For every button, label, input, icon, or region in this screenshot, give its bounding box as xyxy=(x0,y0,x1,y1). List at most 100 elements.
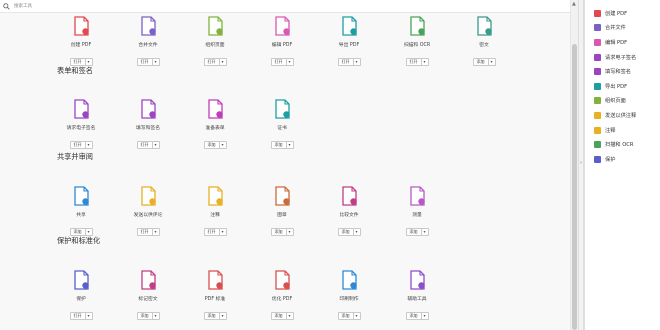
tool-action-button[interactable]: 打开 ▾ xyxy=(270,58,294,66)
tool-action-label[interactable]: 打开 xyxy=(138,59,153,65)
chevron-down-icon[interactable]: ▾ xyxy=(354,59,360,65)
tool-action-button[interactable]: 打开 ▾ xyxy=(337,58,361,66)
tool-action-label[interactable]: 打开 xyxy=(205,59,220,65)
chevron-down-icon[interactable]: ▾ xyxy=(220,142,226,148)
tool-action-label[interactable]: 打开 xyxy=(71,142,86,148)
tool-action-label[interactable]: 添加 xyxy=(205,313,220,319)
tool-redact-sign[interactable]: 标记密文 添加 ▾ xyxy=(118,269,178,321)
chevron-down-icon[interactable]: ▾ xyxy=(489,59,495,65)
tool-protect[interactable]: 保护 打开 ▾ xyxy=(51,269,111,321)
redact-icon[interactable] xyxy=(473,15,495,37)
tool-action-button[interactable]: 打开 ▾ xyxy=(203,228,227,236)
tool-action-label[interactable]: 添加 xyxy=(339,313,354,319)
tool-share[interactable]: 共享 添加 ▾ xyxy=(51,185,111,237)
tool-pdf-standards[interactable]: PDF 标准 添加 ▾ xyxy=(185,269,245,321)
tool-action-label[interactable]: 添加 xyxy=(474,59,489,65)
scroll-thumb[interactable] xyxy=(572,44,577,330)
tool-stamp[interactable]: 图章 添加 ▾ xyxy=(252,185,312,237)
compare-files-icon[interactable] xyxy=(338,185,360,207)
tool-optimize-pdf[interactable]: 优化 PDF 添加 ▾ xyxy=(252,269,312,321)
tool-action-button[interactable]: 打开 ▾ xyxy=(69,312,93,320)
chevron-down-icon[interactable]: ▾ xyxy=(153,142,159,148)
right-panel-item[interactable]: 合并文件 xyxy=(585,21,660,36)
chevron-down-icon[interactable]: ▾ xyxy=(422,59,428,65)
prepare-form-icon[interactable] xyxy=(204,98,226,120)
tool-action-label[interactable]: 添加 xyxy=(272,313,287,319)
chevron-down-icon[interactable]: ▾ xyxy=(422,313,428,319)
protect-icon[interactable] xyxy=(70,269,92,291)
tool-action-label[interactable]: 打开 xyxy=(71,59,86,65)
print-production-icon[interactable] xyxy=(338,269,360,291)
send-for-comments-icon[interactable] xyxy=(137,185,159,207)
collapse-panel-icon[interactable]: › xyxy=(580,160,582,166)
optimize-pdf-icon[interactable] xyxy=(271,269,293,291)
tool-action-button[interactable]: 打开 ▾ xyxy=(136,228,160,236)
share-icon[interactable] xyxy=(70,185,92,207)
measure-icon[interactable] xyxy=(406,185,428,207)
right-panel-item[interactable]: 保护 xyxy=(585,152,660,167)
tool-action-label[interactable]: 添加 xyxy=(71,229,86,235)
tool-action-label[interactable]: 打开 xyxy=(339,59,354,65)
tool-action-button[interactable]: 添加 ▾ xyxy=(270,228,294,236)
tool-scan-ocr[interactable]: 扫描和 OCR 打开 ▾ xyxy=(387,15,447,67)
tool-comment[interactable]: 注释 打开 ▾ xyxy=(185,185,245,237)
chevron-down-icon[interactable]: ▾ xyxy=(86,229,92,235)
tool-action-button[interactable]: 添加 ▾ xyxy=(472,58,496,66)
tool-action-label[interactable]: 添加 xyxy=(272,229,287,235)
chevron-down-icon[interactable]: ▾ xyxy=(287,229,293,235)
comment-icon[interactable] xyxy=(204,185,226,207)
edit-pdf-icon[interactable] xyxy=(271,15,293,37)
tool-compare-files[interactable]: 比较文件 添加 ▾ xyxy=(319,185,379,237)
chevron-down-icon[interactable]: ▾ xyxy=(86,313,92,319)
tool-organize-pages[interactable]: 组织页面 打开 ▾ xyxy=(185,15,245,67)
certificates-icon[interactable] xyxy=(271,98,293,120)
fill-sign-icon[interactable] xyxy=(137,98,159,120)
tool-redact[interactable]: 密文 添加 ▾ xyxy=(454,15,514,67)
chevron-down-icon[interactable]: ▾ xyxy=(287,313,293,319)
tool-create-pdf[interactable]: 创建 PDF 打开 ▾ xyxy=(51,15,111,67)
right-panel-item[interactable]: 填写和签名 xyxy=(585,64,660,79)
tool-action-label[interactable]: 打开 xyxy=(272,59,287,65)
tool-action-button[interactable]: 打开 ▾ xyxy=(136,58,160,66)
tool-action-label[interactable]: 添加 xyxy=(205,142,220,148)
tool-action-label[interactable]: 添加 xyxy=(138,313,153,319)
tool-request-signature[interactable]: 请求电子签名 打开 ▾ xyxy=(51,98,111,150)
right-panel-item[interactable]: 请求电子签名 xyxy=(585,50,660,65)
chevron-down-icon[interactable]: ▾ xyxy=(86,142,92,148)
tool-action-button[interactable]: 添加 ▾ xyxy=(270,141,294,149)
tool-action-label[interactable]: 打开 xyxy=(71,313,86,319)
chevron-down-icon[interactable]: ▾ xyxy=(287,142,293,148)
tool-action-button[interactable]: 打开 ▾ xyxy=(69,58,93,66)
tool-action-label[interactable]: 打开 xyxy=(205,229,220,235)
tool-action-button[interactable]: 打开 ▾ xyxy=(203,58,227,66)
tool-edit-pdf[interactable]: 编辑 PDF 打开 ▾ xyxy=(252,15,312,67)
tool-certificates[interactable]: 证书 添加 ▾ xyxy=(252,98,312,150)
tool-combine-files[interactable]: 合并文件 打开 ▾ xyxy=(118,15,178,67)
chevron-down-icon[interactable]: ▾ xyxy=(220,59,226,65)
create-pdf-icon[interactable] xyxy=(70,15,92,37)
tool-measure[interactable]: 测量 添加 ▾ xyxy=(387,185,447,237)
right-panel-item[interactable]: 创建 PDF xyxy=(585,6,660,21)
right-panel-item[interactable]: 扫描和 OCR xyxy=(585,137,660,152)
tool-action-button[interactable]: 打开 ▾ xyxy=(405,58,429,66)
tool-action-label[interactable]: 添加 xyxy=(339,229,354,235)
tool-action-label[interactable]: 添加 xyxy=(407,313,422,319)
tool-action-button[interactable]: 打开 ▾ xyxy=(69,141,93,149)
tool-action-button[interactable]: 添加 ▾ xyxy=(203,312,227,320)
pdf-standards-icon[interactable] xyxy=(204,269,226,291)
organize-pages-icon[interactable] xyxy=(204,15,226,37)
chevron-down-icon[interactable]: ▾ xyxy=(153,59,159,65)
tool-action-button[interactable]: 添加 ▾ xyxy=(203,141,227,149)
chevron-down-icon[interactable]: ▾ xyxy=(354,313,360,319)
scrollbar[interactable]: ▲ xyxy=(570,0,578,330)
chevron-down-icon[interactable]: ▾ xyxy=(153,313,159,319)
chevron-down-icon[interactable]: ▾ xyxy=(220,229,226,235)
tool-fill-sign[interactable]: 填写和签名 打开 ▾ xyxy=(118,98,178,150)
scan-ocr-icon[interactable] xyxy=(406,15,428,37)
chevron-down-icon[interactable]: ▾ xyxy=(86,59,92,65)
tool-prepare-form[interactable]: 准备表单 添加 ▾ xyxy=(185,98,245,150)
tool-action-label[interactable]: 打开 xyxy=(407,59,422,65)
chevron-down-icon[interactable]: ▾ xyxy=(287,59,293,65)
search-input[interactable]: 搜索工具 xyxy=(14,3,32,9)
scroll-up-icon[interactable]: ▲ xyxy=(572,1,576,7)
